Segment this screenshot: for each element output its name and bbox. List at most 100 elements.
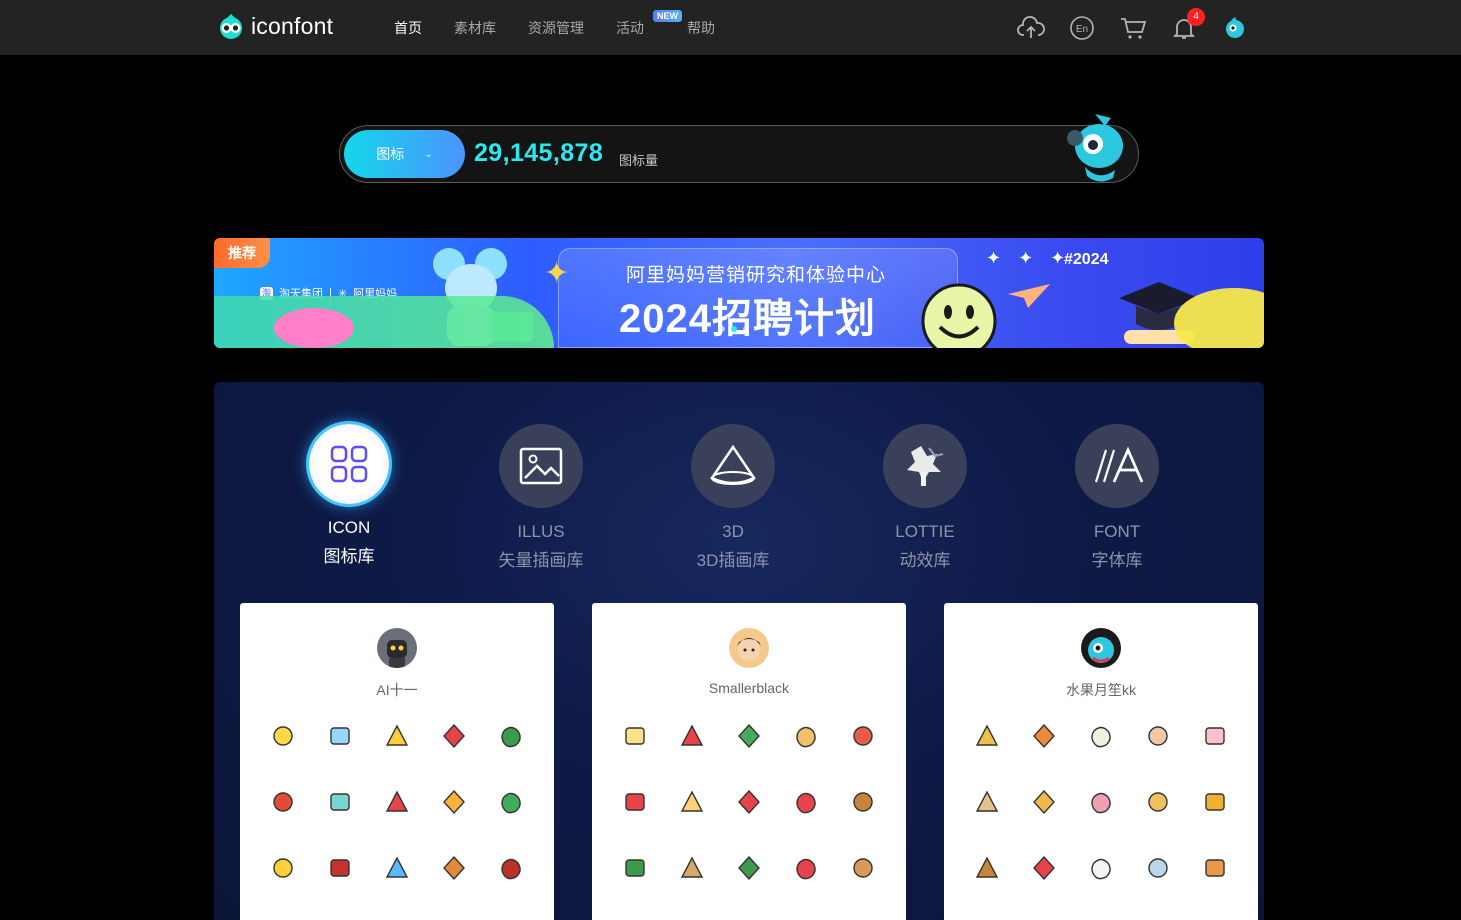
pudding-icon-glyph: [1032, 789, 1055, 815]
cart-button[interactable]: [1118, 13, 1148, 43]
category-cn-label: 图标库: [323, 547, 375, 566]
nav-materials[interactable]: 素材库: [454, 18, 496, 38]
string-lights-icon[interactable]: [311, 789, 368, 815]
holly-icon-glyph: [501, 726, 522, 748]
paper-plane-icon: [1008, 284, 1050, 308]
chimney-house-icon[interactable]: [663, 855, 720, 881]
wreath-icon[interactable]: [606, 855, 663, 881]
lollipop-icon[interactable]: [1015, 723, 1072, 749]
holly-bell-icon[interactable]: [720, 723, 777, 749]
santa-hat-icon[interactable]: [606, 789, 663, 815]
icon-count: 29,145,878: [474, 139, 604, 167]
canned-food-icon-glyph: [1148, 858, 1168, 878]
ornament-icon[interactable]: [254, 855, 311, 881]
honey-pot-icon[interactable]: [958, 855, 1015, 881]
christmas-tree-icon[interactable]: [483, 789, 540, 815]
pudding-icon[interactable]: [1015, 789, 1072, 815]
sandwich-icon[interactable]: [958, 723, 1015, 749]
candy-cane-small-icon[interactable]: [778, 855, 835, 881]
shooting-star-icon[interactable]: [368, 723, 425, 749]
smiley-icon: [921, 283, 997, 348]
star-icon-glyph: [272, 726, 293, 746]
carousel-dot[interactable]: [743, 326, 749, 332]
candy-cane-icon-glyph: [680, 724, 703, 746]
category-illus-circle: [499, 424, 583, 508]
layer-cake-icon-glyph: [1091, 792, 1111, 814]
category-3d-tab[interactable]: 3D 3D插画库: [668, 424, 798, 571]
main-nav: 首页 素材库 资源管理 活动 NEW 帮助: [394, 0, 747, 55]
gift-sack-icon[interactable]: [311, 855, 368, 881]
category-illus-tab[interactable]: ILLUS 矢量插画库: [476, 424, 606, 571]
logo[interactable]: iconfont: [217, 12, 333, 40]
nav-activities-label: 活动: [616, 19, 644, 36]
carousel-dot[interactable]: [719, 326, 725, 332]
avatar[interactable]: [729, 628, 769, 668]
icon-count-label: 图标量: [619, 153, 659, 168]
bun-icon[interactable]: [1072, 723, 1129, 749]
cookie-icon[interactable]: [958, 789, 1015, 815]
candy-cane-stripe-icon[interactable]: [1015, 855, 1072, 881]
carousel-dots: [719, 326, 749, 332]
category-icon-tab[interactable]: ICON 图标库: [284, 424, 414, 567]
cloche-icon[interactable]: [778, 723, 835, 749]
poinsettia-icon[interactable]: [720, 855, 777, 881]
snow-cloud-icon[interactable]: [311, 723, 368, 749]
upload-button[interactable]: [1016, 13, 1046, 43]
user-avatar[interactable]: [1220, 13, 1250, 43]
category-font-tab[interactable]: FONT 字体库: [1052, 424, 1182, 571]
candy-cane-stripe-icon-glyph: [1032, 855, 1055, 881]
bauble-icon[interactable]: [663, 789, 720, 815]
nav-home[interactable]: 首页: [394, 18, 422, 38]
category-en-label: ILLUS: [517, 522, 565, 541]
boy-avatar-icon: [729, 628, 769, 668]
avatar[interactable]: [1081, 628, 1121, 668]
category-lottie-tab[interactable]: LOTTIE 动效库: [860, 424, 990, 571]
gingerbread-icon[interactable]: [835, 855, 892, 881]
promo-banner[interactable]: 推荐 淘 淘天集团 | ✳ 阿里妈妈 ✦ 阿里妈妈营销研究和体验中心 2024招…: [214, 238, 1264, 348]
present-icon[interactable]: [720, 789, 777, 815]
font-a-icon: [1094, 446, 1144, 483]
christmas-stocking-icon[interactable]: [426, 723, 483, 749]
notification-button[interactable]: 4: [1169, 8, 1205, 43]
star-icon[interactable]: [254, 723, 311, 749]
ice-cream-cone-icon[interactable]: [1187, 723, 1244, 749]
calendar-25-icon[interactable]: [426, 855, 483, 881]
bowl-icon[interactable]: [1130, 789, 1187, 815]
author-card-3[interactable]: 水果月笙kk: [944, 603, 1258, 920]
author-name[interactable]: AI十一: [240, 680, 554, 700]
author-card-1[interactable]: AI十一: [240, 603, 554, 920]
gift-box-icon[interactable]: [835, 723, 892, 749]
holly-icon[interactable]: [483, 723, 540, 749]
nav-help[interactable]: 帮助: [687, 18, 715, 38]
burger-icon[interactable]: [1187, 855, 1244, 881]
santa-hat-red-icon[interactable]: [778, 789, 835, 815]
nav-resource-management[interactable]: 资源管理: [528, 18, 584, 38]
carousel-dot-active[interactable]: [731, 326, 737, 332]
candles-icon[interactable]: [426, 789, 483, 815]
reindeer-icon[interactable]: [835, 789, 892, 815]
author-card-2[interactable]: Smallerblack: [592, 603, 906, 920]
search-type-dropdown[interactable]: 图标 ⌄: [344, 130, 465, 178]
candy-cane-icon[interactable]: [663, 723, 720, 749]
author-name[interactable]: 水果月笙kk: [944, 680, 1258, 700]
search-bar[interactable]: 图标 ⌄ 29,145,878 图标量: [339, 114, 1139, 183]
snowflake-icon[interactable]: [368, 855, 425, 881]
taiyaki-icon[interactable]: [1187, 789, 1244, 815]
author-name[interactable]: Smallerblack: [592, 680, 906, 696]
icon-grid: [958, 723, 1244, 881]
language-button[interactable]: En: [1067, 13, 1097, 43]
avatar[interactable]: [377, 628, 417, 668]
layer-cake-icon[interactable]: [1072, 789, 1129, 815]
bow-gift-icon[interactable]: [606, 723, 663, 749]
popcorn-icon[interactable]: [1130, 723, 1187, 749]
canned-food-icon[interactable]: [1130, 855, 1187, 881]
robot-avatar-icon: [377, 628, 417, 668]
hot-cocoa-icon[interactable]: [483, 855, 540, 881]
firecracker-icon[interactable]: [254, 789, 311, 815]
user-avatar-icon: [1226, 17, 1244, 38]
cookie-icon-glyph: [975, 790, 998, 812]
nav-activities[interactable]: 活动 NEW: [616, 9, 682, 38]
grid-four-icon: [330, 445, 368, 483]
rice-ball-icon[interactable]: [1072, 855, 1129, 881]
candy-cane-pair-icon[interactable]: [368, 789, 425, 815]
